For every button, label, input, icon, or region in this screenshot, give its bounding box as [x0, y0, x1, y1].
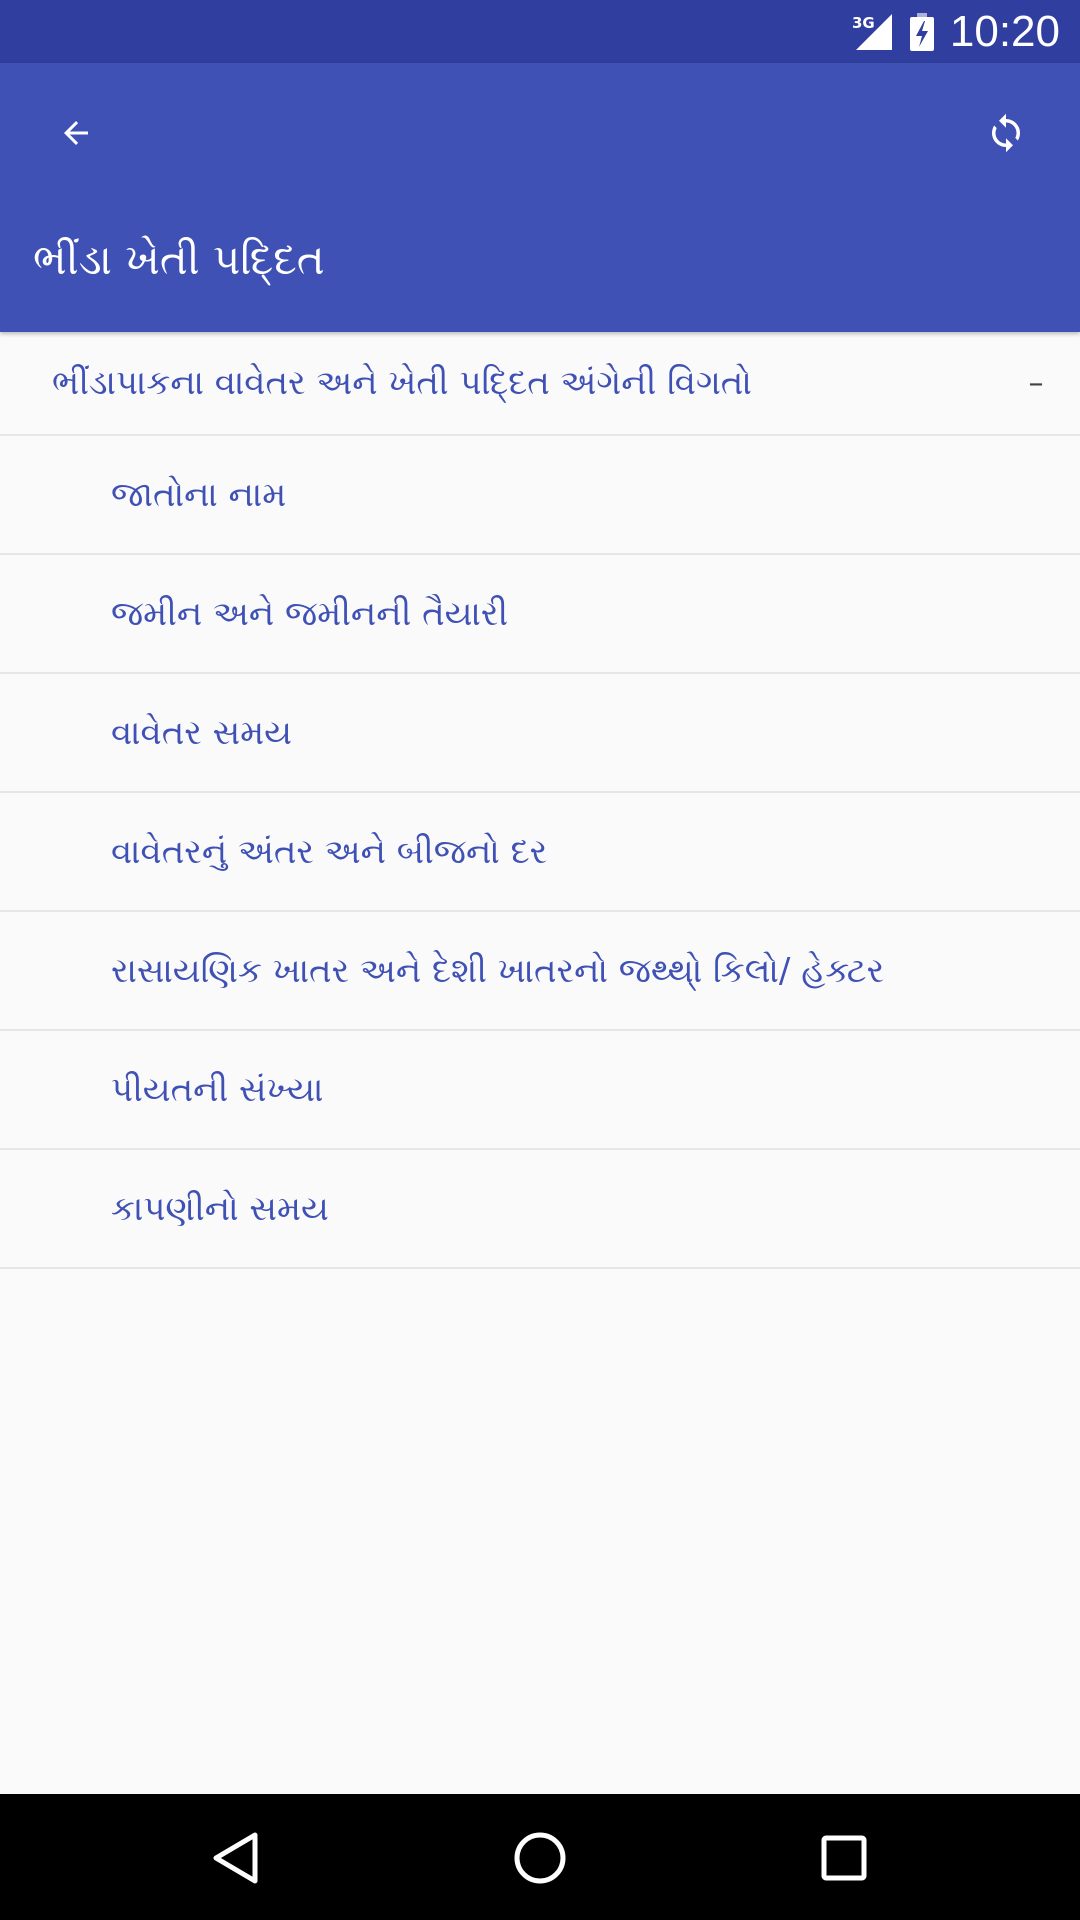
- expandable-list: ભીંડાપાકના વાવેતર અને ખેતી પદ્દિત અંગેની…: [0, 332, 1080, 1269]
- list-item-land-preparation[interactable]: જમીન અને જમીનની તૈયારી: [0, 555, 1080, 674]
- group-header[interactable]: ભીંડાપાકના વાવેતર અને ખેતી પદ્દિત અંગેની…: [0, 332, 1080, 436]
- network-type-label: 3G: [852, 14, 875, 32]
- list-item-label: વાવેતરનું અંતર અને બીજનો દર: [111, 831, 548, 872]
- circle-home-icon: [514, 1832, 566, 1884]
- collapse-icon: –: [1028, 365, 1044, 401]
- group-title: ભીંડાપાકના વાવેતર અને ખેતી પદ્દિત અંગેની…: [52, 363, 752, 403]
- app-bar: ભીંડા ખેતી પદ્દિત: [0, 63, 1080, 332]
- status-icons: 3G 10:20: [852, 0, 1060, 63]
- navigation-bar: [0, 1794, 1080, 1920]
- back-button[interactable]: [28, 85, 124, 181]
- arrow-back-icon: [64, 121, 88, 145]
- refresh-button[interactable]: [958, 85, 1054, 181]
- nav-recents-button[interactable]: [796, 1810, 892, 1906]
- square-recents-icon: [821, 1835, 867, 1881]
- list-item-label: રાસાયણિક ખાતર અને દેશી ખાતરનો જથ્થો્ કિલ…: [111, 950, 885, 991]
- signal-3g-icon: 3G: [852, 13, 892, 50]
- page-title: ભીંડા ખેતી પદ્દિત: [33, 235, 325, 284]
- list-item-spacing-seed-rate[interactable]: વાવેતરનું અંતર અને બીજનો દર: [0, 793, 1080, 912]
- list-item-sowing-time[interactable]: વાવેતર સમય: [0, 674, 1080, 793]
- list-item-fertilizer[interactable]: રાસાયણિક ખાતર અને દેશી ખાતરનો જથ્થો્ કિલ…: [0, 912, 1080, 1031]
- list-item-irrigation[interactable]: પીયતની સંખ્યા: [0, 1031, 1080, 1150]
- nav-back-button[interactable]: [188, 1810, 284, 1906]
- list-item-label: જમીન અને જમીનની તૈયારી: [111, 593, 509, 634]
- triangle-back-icon: [213, 1832, 258, 1884]
- status-bar: 3G 10:20: [0, 0, 1080, 63]
- list-item-harvest-time[interactable]: કાપણીનો સમય: [0, 1150, 1080, 1269]
- list-item-varieties[interactable]: જાતોના નામ: [0, 436, 1080, 555]
- list-item-label: જાતોના નામ: [111, 474, 287, 515]
- list-item-label: કાપણીનો સમય: [111, 1188, 329, 1229]
- list-item-label: પીયતની સંખ્યા: [111, 1069, 324, 1110]
- battery-icon: [909, 12, 934, 51]
- nav-home-button[interactable]: [492, 1810, 588, 1906]
- status-time: 10:20: [949, 6, 1060, 56]
- refresh-icon: [992, 113, 1020, 153]
- list-item-label: વાવેતર સમય: [111, 712, 293, 753]
